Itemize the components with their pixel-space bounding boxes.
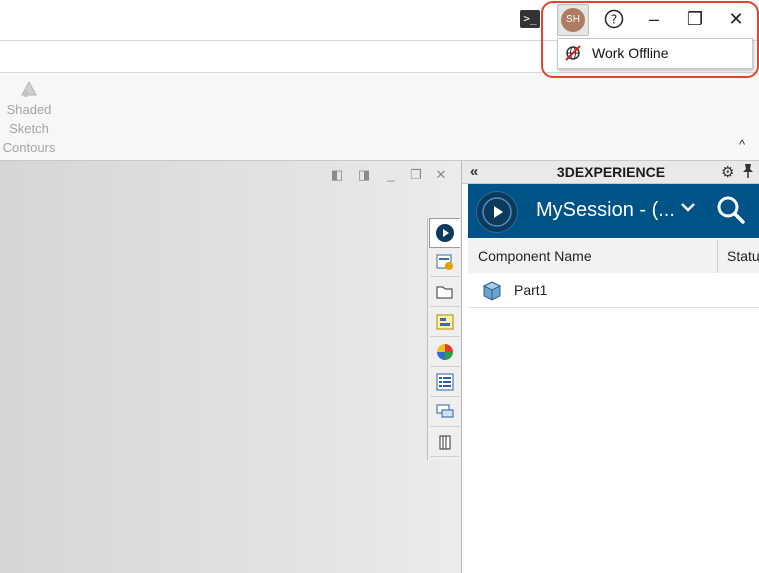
tab-view-palette[interactable] — [430, 308, 460, 337]
ribbon-label-shaded[interactable]: Shaded — [0, 100, 58, 119]
viewport-restore-icon[interactable]: ❐ — [409, 168, 423, 182]
column-header-component-name[interactable]: Component Name — [478, 239, 592, 273]
tile-right-icon[interactable]: ◨ — [357, 168, 371, 182]
pushpin-icon — [743, 164, 753, 178]
forum-icon — [436, 404, 454, 418]
terminal-icon[interactable]: >_ — [520, 10, 540, 28]
design-library-icon — [436, 254, 453, 270]
tab-appearances[interactable] — [430, 338, 460, 367]
3dexperience-tab-icon — [436, 224, 454, 242]
tab-design-library[interactable] — [430, 248, 460, 277]
shaded-sketch-contours-icon — [21, 81, 37, 97]
toolbox-icon — [439, 435, 451, 450]
view-palette-icon — [436, 314, 454, 330]
file-explorer-icon — [436, 286, 453, 299]
session-bar: MySession - (... — [468, 184, 759, 238]
custom-properties-icon — [436, 373, 454, 391]
table-header: Component Name Status — [468, 239, 759, 274]
part-icon — [482, 281, 502, 301]
3dexperience-logo-icon[interactable] — [476, 191, 518, 233]
column-header-status[interactable]: Status — [727, 239, 759, 273]
search-icon[interactable] — [716, 194, 746, 226]
panel-title: 3DEXPERIENCE — [556, 164, 666, 180]
column-divider[interactable] — [717, 239, 718, 273]
chevron-down-icon[interactable] — [679, 198, 697, 221]
compass-icon — [482, 197, 512, 227]
ribbon-label-contours[interactable]: Contours — [0, 138, 58, 157]
viewport-close-icon[interactable]: ✕ — [434, 168, 448, 182]
tab-3dexperience[interactable] — [429, 218, 460, 248]
graphics-area[interactable]: ◧ ◨ _ ❐ ✕ — [0, 161, 461, 573]
session-name[interactable]: MySession - (... — [536, 198, 675, 222]
tab-toolbox[interactable] — [430, 428, 460, 457]
3dexperience-panel: 3DEXPERIENCE « ⚙ MySession - (... Compon… — [461, 161, 759, 573]
panel-header: 3DEXPERIENCE « ⚙ — [462, 161, 759, 184]
tab-forum[interactable] — [430, 398, 460, 427]
viewport-minimize-icon[interactable]: _ — [384, 168, 398, 182]
tile-left-icon[interactable]: ◧ — [330, 168, 344, 182]
ribbon-label-sketch[interactable]: Sketch — [0, 119, 58, 138]
highlight-annotation — [541, 1, 759, 78]
gear-icon[interactable]: ⚙ — [721, 163, 734, 181]
pin-icon[interactable] — [741, 163, 755, 182]
collapse-panel-icon[interactable]: « — [470, 162, 478, 182]
task-pane-tabs — [427, 218, 461, 460]
collapse-ribbon-icon[interactable]: ^ — [739, 137, 745, 152]
component-name: Part1 — [514, 282, 548, 298]
ribbon: Shaded Sketch Contours ^ — [0, 73, 759, 161]
appearances-icon — [437, 344, 453, 360]
table-row[interactable]: Part1 — [468, 273, 759, 308]
tab-file-explorer[interactable] — [430, 278, 460, 307]
tab-custom-properties[interactable] — [430, 368, 460, 397]
